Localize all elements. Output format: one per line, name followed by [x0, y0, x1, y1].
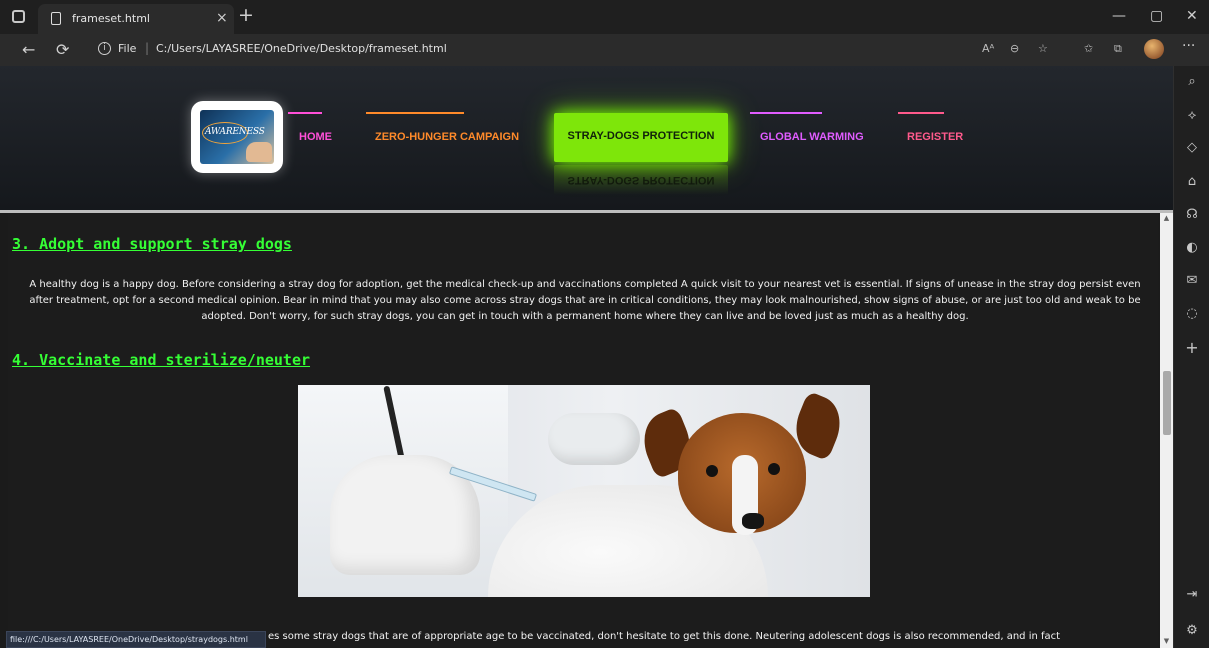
nav-register[interactable]: REGISTER — [907, 131, 963, 143]
tab-frameset[interactable]: frameset.html × — [38, 4, 234, 34]
nav-home[interactable]: HOME — [299, 131, 332, 143]
tab-bar: frameset.html × + — ▢ ✕ — [0, 0, 1209, 34]
gloved-hand — [548, 413, 640, 465]
logo-text: AWARENESS — [205, 127, 265, 137]
nav-zero-hunger[interactable]: ZERO-HUNGER CAMPAIGN — [375, 131, 519, 143]
window-close-button[interactable]: ✕ — [1186, 8, 1198, 24]
nav-bar-home — [288, 112, 322, 114]
section-3-heading: 3. Adopt and support stray dogs — [12, 235, 292, 253]
dog-nose — [742, 513, 764, 529]
nav-bar-global-warming — [750, 112, 822, 114]
link-status-bar: file:///C:/Users/LAYASREE/OneDrive/Deskt… — [6, 631, 266, 648]
url-separator: | — [145, 41, 150, 55]
refresh-button[interactable]: ⟳ — [56, 40, 69, 59]
dog-eye-left — [706, 465, 718, 477]
vet-vaccinating-dog-image — [298, 385, 870, 597]
copilot-icon[interactable]: ⟡ — [1174, 108, 1209, 123]
tab-actions-icon[interactable] — [12, 10, 25, 23]
awareness-logo[interactable]: AWARENESS — [191, 101, 283, 173]
address-bar-row: ← ⟳ i File | C:/Users/LAYASREE/OneDrive/… — [0, 34, 1209, 66]
tab-title: frameset.html — [72, 12, 150, 25]
tools-icon[interactable]: ⌂ — [1174, 174, 1209, 189]
sidebar-toggle-icon[interactable]: ⇥ — [1174, 587, 1209, 602]
minimize-button[interactable]: — — [1112, 8, 1126, 24]
read-aloud-icon[interactable]: Aᴬ — [982, 42, 994, 55]
logo-hand — [246, 142, 272, 162]
nav-stray-dogs-label: STRAY-DOGS PROTECTION — [567, 130, 715, 142]
settings-icon[interactable]: ⚙ — [1174, 623, 1209, 638]
add-icon[interactable]: + — [1174, 338, 1209, 357]
nav-active-reflection: STRAY-DOGS PROTECTION — [554, 165, 728, 195]
drop-icon[interactable]: ◌ — [1174, 306, 1209, 321]
nav-stray-dogs-active[interactable]: STRAY-DOGS PROTECTION — [554, 113, 728, 162]
section-3-paragraph: A healthy dog is a happy dog. Before con… — [29, 279, 1141, 322]
section-4-paragraph: es some stray dogs that are of appropria… — [268, 631, 1061, 642]
shopping-icon[interactable]: ◇ — [1174, 140, 1209, 155]
scroll-down-arrow[interactable]: ▼ — [1160, 637, 1173, 645]
edge-sidebar: ⌕ ⟡ ◇ ⌂ ☊ ◐ ✉ ◌ + ⇥ ⚙ — [1173, 66, 1209, 648]
games-icon[interactable]: ☊ — [1174, 207, 1209, 222]
section-4-heading: 4. Vaccinate and sterilize/neuter — [12, 351, 311, 369]
zoom-icon[interactable]: ⊖ — [1010, 42, 1019, 55]
favorites-icon[interactable]: ✩ — [1084, 42, 1093, 55]
logo-image: AWARENESS — [200, 110, 274, 164]
nav-bar-zero-hunger — [366, 112, 464, 114]
back-button[interactable]: ← — [22, 40, 35, 59]
add-favorite-icon[interactable]: ☆ — [1038, 42, 1048, 55]
page-icon — [51, 12, 61, 25]
scroll-thumb[interactable] — [1163, 370, 1171, 435]
dog-eye-right — [768, 463, 780, 475]
profile-icon[interactable] — [1144, 39, 1164, 59]
scroll-up-arrow[interactable]: ▲ — [1160, 214, 1173, 222]
file-label: File — [118, 42, 137, 55]
outlook-icon[interactable]: ✉ — [1174, 273, 1209, 288]
browser-window: frameset.html × + — ▢ ✕ ← ⟳ i File | C:/… — [0, 0, 1209, 648]
nav-global-warming[interactable]: GLOBAL WARMING — [760, 131, 864, 143]
content-scrollbar[interactable]: ▲ ▼ — [1160, 213, 1173, 648]
restore-button[interactable]: ▢ — [1150, 8, 1163, 24]
nav-bar-register — [898, 112, 944, 114]
new-tab-button[interactable]: + — [238, 6, 254, 25]
content-frame: 3. Adopt and support stray dogs A health… — [8, 213, 1158, 648]
more-menu-button[interactable]: ··· — [1182, 38, 1195, 54]
url-text[interactable]: C:/Users/LAYASREE/OneDrive/Desktop/frame… — [156, 42, 447, 55]
collections-icon[interactable]: ⧉ — [1114, 42, 1122, 56]
tab-close-button[interactable]: × — [216, 10, 228, 26]
info-icon[interactable]: i — [98, 42, 111, 55]
nav-reflection-text: STRAY-DOGS PROTECTION — [567, 174, 715, 186]
office-icon[interactable]: ◐ — [1174, 240, 1209, 255]
search-icon[interactable]: ⌕ — [1174, 74, 1209, 89]
